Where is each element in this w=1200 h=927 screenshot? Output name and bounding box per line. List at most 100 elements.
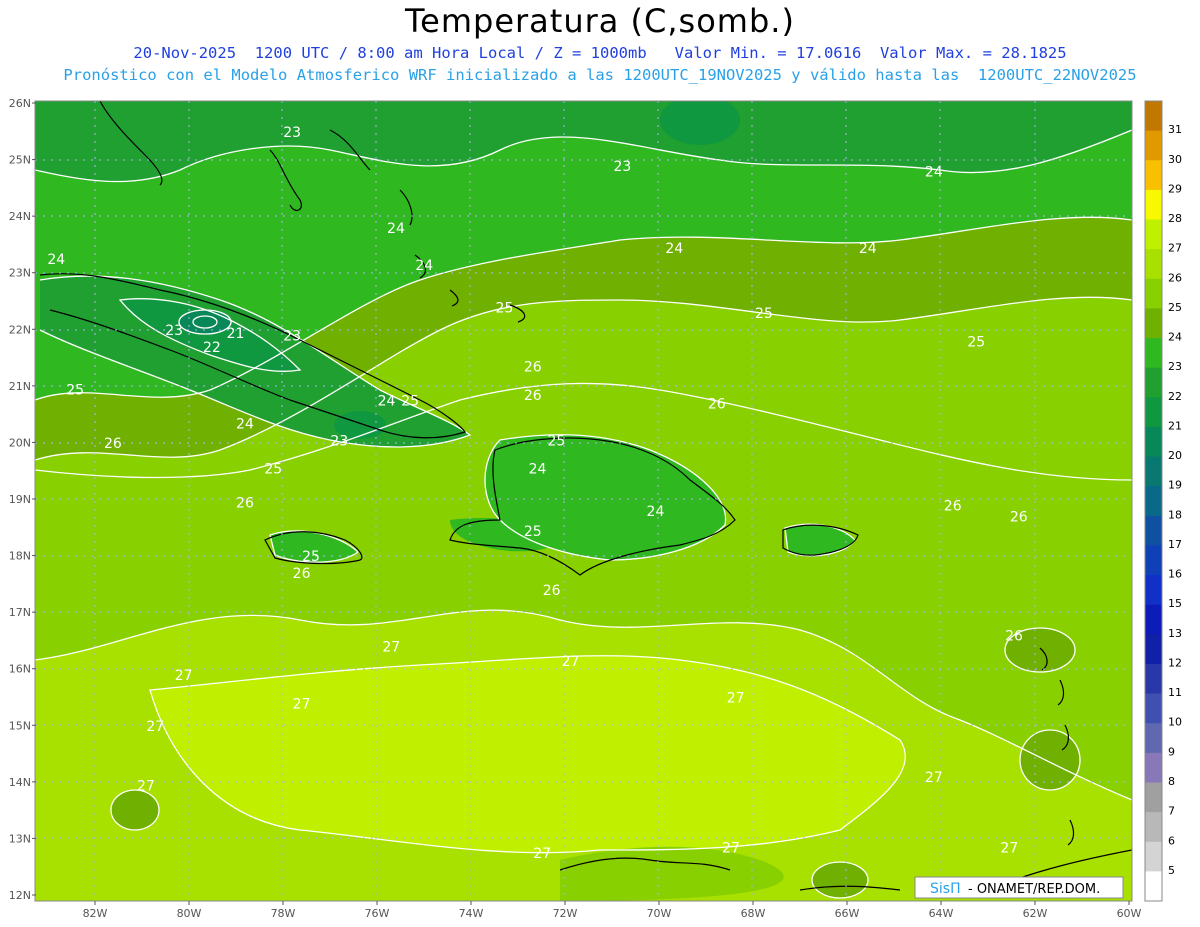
colorbar-swatch [1145, 308, 1162, 339]
colorbar-swatch [1145, 249, 1162, 280]
contour-label: 26 [524, 388, 542, 404]
contour-label: 24 [415, 258, 433, 274]
longitude-label: 74W [459, 907, 484, 920]
colorbar-label: 19 [1168, 479, 1182, 492]
contour-label: 26 [104, 436, 122, 452]
longitude-label: 76W [365, 907, 390, 920]
colorbar-swatch [1145, 426, 1162, 458]
colorbar-label: 28 [1168, 212, 1182, 225]
longitude-labels: 82W 80W 78W 76W 74W 72W 70W 68W 66W 64W 62W 60W [83, 901, 1142, 920]
colorbar-label: 8 [1168, 775, 1175, 788]
colorbar-label: 13 [1168, 627, 1182, 640]
latitude-label: 23N [9, 267, 31, 280]
latitude-label: 12N [9, 889, 31, 902]
colorbar-label: 26 [1168, 271, 1182, 284]
longitude-label: 60W [1117, 907, 1142, 920]
colorbar-swatch [1145, 782, 1162, 813]
colorbar-swatch [1145, 219, 1162, 250]
latitude-label: 16N [9, 663, 31, 676]
contour-label: 26 [944, 498, 962, 514]
credit-text: - ONAMET/REP.DOM. [968, 882, 1100, 897]
contour-label: 27 [382, 640, 400, 656]
contour-label: 25 [401, 394, 419, 410]
colorbar-swatch [1145, 545, 1162, 576]
latitude-label: 18N [9, 550, 31, 563]
colorbar-label: 16 [1168, 568, 1182, 581]
contour-label: 27 [533, 846, 551, 862]
contour-label: 26 [1010, 510, 1028, 526]
colorbar: 31 30 29 28 27 26 25 24 23 22 21 20 19 18 17 16 15 13 12 11… [1144, 100, 1182, 902]
colorbar-swatch [1145, 871, 1162, 902]
contour-label: 25 [264, 462, 282, 478]
colorbar-label: 11 [1168, 686, 1182, 699]
contour-label: 27 [1000, 841, 1018, 857]
colorbar-swatch [1145, 130, 1162, 161]
colorbar-label: 24 [1168, 331, 1182, 344]
colorbar-label: 10 [1168, 716, 1182, 729]
contour-label: 27 [727, 691, 745, 707]
latitude-label: 22N [9, 323, 31, 336]
colorbar-swatch [1145, 367, 1162, 398]
contour-label: 24 [647, 504, 665, 520]
colorbar-label: 25 [1168, 301, 1182, 314]
colorbar-swatch [1145, 841, 1162, 872]
colorbar-label: 18 [1168, 508, 1182, 521]
colorbar-swatch [1145, 338, 1162, 369]
latitude-label: 19N [9, 493, 31, 506]
contour-label: 21 [227, 326, 245, 342]
colorbar-label: 31 [1168, 123, 1182, 136]
longitude-label: 72W [553, 907, 578, 920]
contour-label: 24 [925, 165, 943, 181]
latitude-labels: 26N 25N 24N 23N 22N 21N 20N 19N 18N 17N 16N 15N 14N 1… [9, 97, 36, 902]
colorbar-swatch [1145, 663, 1162, 695]
longitude-label: 78W [271, 907, 296, 920]
colorbar-label: 30 [1168, 153, 1182, 166]
contour-label: 26 [543, 583, 561, 599]
colorbar-label: 21 [1168, 419, 1182, 432]
latitude-label: 26N [9, 97, 31, 110]
colorbar-label: 17 [1168, 538, 1182, 551]
contour-label: 23 [614, 159, 632, 175]
contour-label: 27 [293, 696, 311, 712]
contour-label: 25 [302, 549, 320, 565]
longitude-label: 82W [83, 907, 108, 920]
temperature-map: 2323 242424 2424 2425 252523 21 23222626262524… [9, 97, 1182, 920]
colorbar-swatch [1145, 397, 1162, 428]
contour-label: 25 [755, 306, 773, 322]
contour-label: 27 [925, 770, 943, 786]
colorbar-swatch [1145, 634, 1162, 665]
contour-label: 24 [47, 252, 65, 268]
contour-label: 25 [524, 524, 542, 540]
colorbar-label: 5 [1168, 864, 1175, 877]
colorbar-swatch [1145, 575, 1162, 606]
colorbar-swatch [1145, 160, 1162, 191]
latitude-label: 15N [9, 719, 31, 732]
contour-label: 26 [524, 360, 542, 376]
contour-label: 22 [203, 340, 221, 356]
colorbar-label: 23 [1168, 360, 1182, 373]
contour-label: 23 [165, 323, 183, 339]
contour-label: 27 [146, 719, 164, 735]
colorbar-swatch [1145, 456, 1162, 487]
contour-label: 26 [293, 566, 311, 582]
latitude-label: 17N [9, 606, 31, 619]
colorbar-swatch [1145, 189, 1162, 221]
colorbar-swatch [1145, 752, 1162, 783]
contour-label: 24 [859, 241, 877, 257]
colorbar-swatch [1145, 486, 1162, 517]
colorbar-label: 7 [1168, 805, 1175, 818]
longitude-label: 66W [835, 907, 860, 920]
colorbar-swatch [1145, 723, 1162, 754]
contour-label: 23 [330, 433, 348, 449]
credit-brand: SisΠ [930, 881, 961, 897]
colorbar-label: 15 [1168, 597, 1182, 610]
contour-label: 24 [378, 394, 396, 410]
contour-label: 25 [496, 300, 514, 316]
contour-label: 25 [66, 382, 84, 398]
latitude-label: 13N [9, 832, 31, 845]
contour-label: 23 [283, 329, 301, 345]
contour-label: 27 [175, 668, 193, 684]
colorbar-swatch [1145, 693, 1162, 724]
contour-label: 25 [547, 433, 565, 449]
longitude-label: 68W [741, 907, 766, 920]
